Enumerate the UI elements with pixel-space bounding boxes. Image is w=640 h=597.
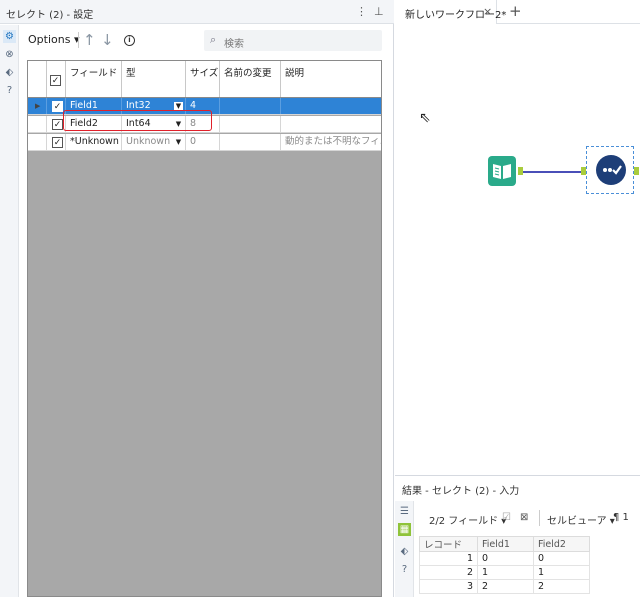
grid-row[interactable]: ✓ *Unknown Unknown ▼ 0 動的または不明なフィ... [28,134,381,151]
results-col-header[interactable]: レコード [419,536,478,552]
more-options-icon[interactable]: ⋮ [356,5,367,18]
select-tool[interactable] [596,155,626,185]
edit-icon[interactable]: ☑ [502,512,511,523]
grid-row[interactable]: ✓ Field2 Int64 ▼ 8 [28,116,381,133]
workflow-tabbar: 新しいワークフロー2* × + [395,0,640,24]
checkbox-cell [47,116,66,132]
value-cell: 2 [533,579,590,594]
results-toolbar: 2/2 フィールド ▾ ☑ ⊠ セルビューア ▾ ¶ 1 [415,506,640,530]
info-icon[interactable]: i [124,35,135,46]
config-title: セレクト (2) - 設定 [6,10,94,21]
toolbar-divider [78,32,79,48]
list-icon[interactable]: ☰ [398,505,411,518]
gear-icon[interactable]: ⚙ [3,30,16,43]
grid-header: ✓ フィールド 型 サイズ 名前の変更 説明 [28,61,381,98]
type-dropdown-icon[interactable]: ▼ [174,120,183,128]
rename-cell[interactable] [220,98,281,114]
value-cell: 1 [533,565,590,580]
toolbar-divider [539,510,540,526]
search-input[interactable]: ⌕ 検索 [204,30,382,51]
col-header-description[interactable]: 説明 [281,61,381,97]
cell-viewer-dropdown[interactable]: セルビューア ▾ [547,512,615,527]
results-panel: 結果 - セレクト (2) - 入力 ☰ ▦ ⬖ ? 2/2 フィールド ▾ ☑… [395,475,640,597]
book-icon [493,164,511,179]
description-cell[interactable] [281,116,381,132]
check-list-icon [603,165,622,175]
rename-cell[interactable] [220,116,281,132]
record-cell: 2 [419,565,478,580]
size-cell[interactable]: 0 [186,134,220,150]
config-header: セレクト (2) - 設定 ⋮ ⊥ [0,0,394,24]
field-grid: ✓ フィールド 型 サイズ 名前の変更 説明 ▶ ✓ Field1 Int32 … [27,60,382,597]
grid-row[interactable]: ▶ ✓ Field1 Int32 ▼ 4 [28,98,381,115]
value-cell: 0 [477,551,534,566]
value-cell: 1 [477,565,534,580]
table-row[interactable]: 1 0 0 [419,551,590,566]
type-dropdown-icon[interactable]: ▼ [174,138,183,146]
results-table: レコード Field1 Field2 1 0 0 2 1 1 3 2 2 [419,536,590,594]
row-indicator-cell [28,116,47,132]
results-col-header[interactable]: Field2 [533,536,590,552]
table-view-icon[interactable]: ▦ [398,523,411,536]
config-side-rail: ⚙ ⊗ ⬖ ? [0,25,19,597]
pin-icon[interactable]: ⊥ [374,5,384,18]
select-all-header: ✓ [47,61,66,97]
record-cell: 3 [419,579,478,594]
tag-icon[interactable]: ⬖ [398,545,411,558]
record-cell: 1 [419,551,478,566]
size-cell[interactable]: 8 [186,116,220,132]
results-header-row: レコード Field1 Field2 [419,536,590,552]
input-data-tool[interactable] [488,156,516,186]
connections-icon[interactable]: ⊗ [3,48,16,61]
search-placeholder: 検索 [224,39,244,50]
description-cell[interactable]: 動的または不明なフィ... [281,134,381,150]
field-name-cell: Field1 [66,98,122,114]
table-row[interactable]: 3 2 2 [419,579,590,594]
select-all-checkbox[interactable]: ✓ [50,75,61,86]
workflow-canvas[interactable]: ⇖ [395,25,640,475]
config-panel: セレクト (2) - 設定 ⋮ ⊥ ⚙ ⊗ ⬖ ? Options ▾ ↑ ↓ … [0,0,394,597]
close-icon[interactable]: × [483,5,492,18]
field-name-cell: *Unknown [66,134,122,150]
row-indicator-header [28,61,47,97]
config-toolbar: Options ▾ ↑ ↓ i ⌕ 検索 [20,26,394,56]
pilcrow-toggle[interactable]: ¶ 1 [613,512,629,523]
col-header-type[interactable]: 型 [122,61,186,97]
description-cell[interactable] [281,98,381,114]
col-header-rename[interactable]: 名前の変更 [220,61,281,97]
options-button[interactable]: Options ▾ [28,33,79,46]
results-col-header[interactable]: Field1 [477,536,534,552]
select-tool-selection[interactable] [586,146,634,194]
output-anchor[interactable] [634,167,639,175]
tab-workflow[interactable]: 新しいワークフロー2* × [395,0,506,24]
fields-dropdown[interactable]: 2/2 フィールド ▾ [429,512,506,527]
checkbox-cell [47,98,66,114]
table-row[interactable]: 2 1 1 [419,565,590,580]
type-dropdown-icon[interactable]: ▼ [174,102,183,110]
col-header-size[interactable]: サイズ [186,61,220,97]
clear-icon[interactable]: ⊠ [520,512,528,523]
row-indicator-cell [28,98,47,114]
col-header-field[interactable]: フィールド [66,61,122,97]
value-cell: 0 [533,551,590,566]
move-down-icon[interactable]: ↓ [101,31,114,49]
value-cell: 2 [477,579,534,594]
field-name-cell: Field2 [66,116,122,132]
search-icon: ⌕ [210,33,217,46]
results-title: 結果 - セレクト (2) - 入力 [402,486,520,497]
help-icon[interactable]: ? [398,563,411,576]
move-up-icon[interactable]: ↑ [83,31,96,49]
size-cell[interactable]: 4 [186,98,220,114]
connection-line[interactable] [523,171,581,173]
rename-cell[interactable] [220,134,281,150]
help-icon[interactable]: ? [3,84,16,97]
add-tab-icon[interactable]: + [509,2,522,20]
mouse-cursor-icon: ⇖ [419,110,431,126]
results-side-rail: ☰ ▦ ⬖ ? [395,501,414,597]
row-indicator-cell [28,134,47,150]
checkbox-cell [47,134,66,150]
tag-icon[interactable]: ⬖ [3,66,16,79]
